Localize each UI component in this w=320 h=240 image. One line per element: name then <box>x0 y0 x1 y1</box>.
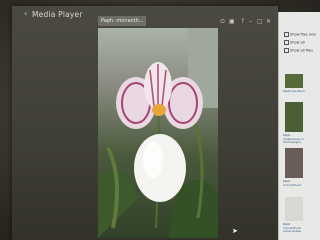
option-row[interactable]: Show all <box>284 40 305 45</box>
media-player-window: ‹ Media Player Paph. micranth... ⊙ ▣ ? –… <box>12 6 278 240</box>
thumbnail[interactable] <box>285 197 303 221</box>
help-icon[interactable]: ? <box>241 18 244 25</box>
restore-icon[interactable]: ▢ <box>257 18 263 25</box>
thumbnail-label[interactable]: Paph. malipoense in Champagne <box>283 133 307 145</box>
orchid-illustration <box>98 28 218 238</box>
back-chevron-icon[interactable]: ‹ <box>24 9 27 18</box>
option-row[interactable]: Show all files <box>284 48 313 53</box>
mouse-cursor: ➤ <box>232 227 238 235</box>
thumbnail-label[interactable]: Paphiopedilum <box>283 89 307 94</box>
thumbnail[interactable] <box>285 74 303 88</box>
gallery-icon[interactable]: ▣ <box>229 18 235 25</box>
orchid-photo <box>98 28 218 238</box>
thumbnail-label[interactable]: Paph. micranthum Lotus Glade <box>283 222 307 234</box>
window-title: Media Player <box>32 10 83 19</box>
minimize-icon[interactable]: – <box>249 18 252 25</box>
checkbox-icon[interactable] <box>284 40 289 45</box>
panel-close-icon[interactable]: ✕ <box>271 15 276 22</box>
checkbox-icon[interactable] <box>284 48 289 53</box>
thumbnail-label[interactable]: Paph. micranthum <box>283 179 307 187</box>
thumbnail[interactable] <box>285 148 303 178</box>
file-tab[interactable]: Paph. micranth... <box>98 16 146 26</box>
checkbox-icon[interactable] <box>284 32 289 37</box>
thumbnail[interactable] <box>285 102 303 132</box>
option-row[interactable]: Show files only <box>284 32 316 37</box>
info-icon[interactable]: ⊙ <box>220 18 225 25</box>
file-list-panel: ✕ Show files only Show all Show all file… <box>271 12 320 240</box>
